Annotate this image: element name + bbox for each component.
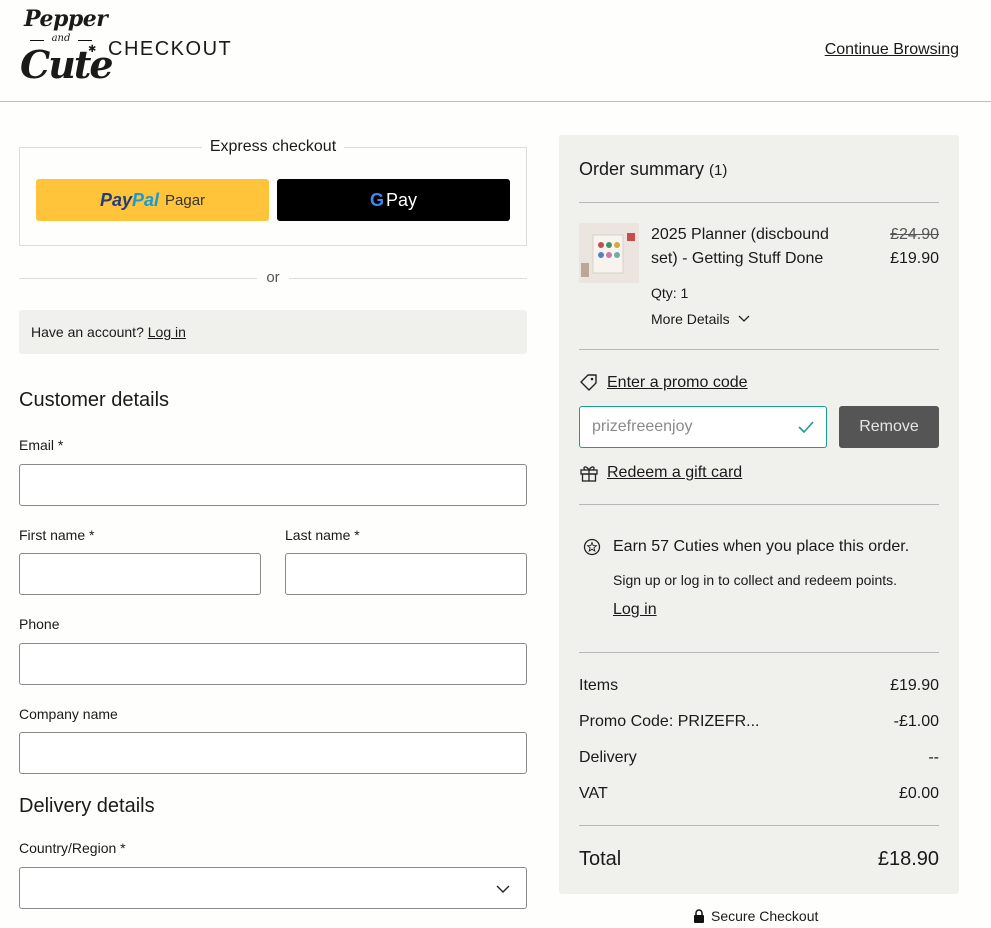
- company-name-label: Company name: [19, 706, 118, 722]
- order-summary-title: Order summary (1): [579, 159, 727, 180]
- first-name-label: First name *: [19, 527, 95, 543]
- account-prompt-text: Have an account?: [31, 324, 144, 340]
- product-thumbnail[interactable]: [579, 223, 639, 283]
- gift-icon: [580, 466, 598, 482]
- redeem-gift-card-label: Redeem a gift card: [607, 464, 743, 481]
- total-value: £18.90: [877, 848, 939, 870]
- enter-promo-code-link[interactable]: Enter a promo code: [579, 373, 748, 393]
- header: Pepper and Cute ✱ CHECKOUT Continue Brow…: [0, 0, 991, 102]
- express-checkout-box: Express checkout PayPal Pagar G Pay: [19, 138, 527, 246]
- continue-browsing-link[interactable]: Continue Browsing: [825, 41, 959, 59]
- row-value: --: [928, 749, 939, 766]
- product-name: 2025 Planner (discbound set) - Getting S…: [651, 226, 829, 267]
- phone-label: Phone: [19, 616, 60, 632]
- star-icon: ✱: [88, 44, 97, 55]
- email-label: Email *: [19, 437, 64, 453]
- order-summary-panel: Order summary (1) 2025 Planner (discboun…: [559, 135, 959, 894]
- email-field[interactable]: [19, 464, 527, 506]
- row-value: -£1.00: [893, 713, 939, 730]
- remove-promo-button[interactable]: Remove: [839, 406, 939, 448]
- total-label: Total: [579, 848, 622, 870]
- row-label: Items: [579, 677, 619, 694]
- loyalty-earn-row: Earn 57 Cuties when you place this order…: [583, 538, 909, 556]
- loyalty-login-link[interactable]: Log in: [613, 601, 657, 619]
- country-select[interactable]: [19, 867, 527, 909]
- secure-checkout-badge: Secure Checkout: [693, 908, 818, 924]
- loyalty-signup-text: Sign up or log in to collect and redeem …: [613, 572, 898, 588]
- vat-row: VAT £0.00: [579, 785, 939, 803]
- divider: [579, 504, 939, 505]
- phone-field[interactable]: [19, 643, 527, 685]
- delivery-row: Delivery --: [579, 749, 939, 767]
- google-pay-label: Pay: [385, 189, 418, 210]
- loyalty-earn-text: Earn 57 Cuties when you place this order…: [613, 538, 910, 555]
- more-details-toggle[interactable]: More Details: [651, 311, 750, 327]
- country-label: Country/Region *: [19, 840, 126, 856]
- divider: [579, 202, 939, 203]
- items-subtotal-row: Items £19.90: [579, 677, 939, 695]
- enter-promo-code-label: Enter a promo code: [607, 374, 748, 391]
- divider: [579, 825, 939, 826]
- row-label: VAT: [579, 785, 608, 802]
- express-checkout-title: Express checkout: [201, 138, 345, 155]
- divider: [579, 349, 939, 350]
- paypal-logo-pay: Pay: [99, 189, 132, 210]
- divider: [579, 652, 939, 653]
- logo-text-top: Pepper: [24, 6, 108, 32]
- row-label: Delivery: [579, 749, 637, 766]
- last-name-field[interactable]: [285, 553, 527, 595]
- redeem-gift-card-link[interactable]: Redeem a gift card: [579, 463, 742, 483]
- chevron-down-icon: [738, 315, 750, 322]
- delivery-details-title: Delivery details: [19, 795, 155, 817]
- more-details-label: More Details: [651, 311, 730, 327]
- promo-code-input[interactable]: prizefreeenjoy: [579, 406, 827, 448]
- google-pay-button[interactable]: G Pay: [277, 179, 510, 221]
- customer-details-title: Customer details: [19, 389, 170, 411]
- row-value: £0.00: [898, 785, 939, 802]
- google-g-icon: G: [369, 189, 384, 210]
- page-title: CHECKOUT: [108, 38, 233, 60]
- promo-discount-row: Promo Code: PRIZEFR... -£1.00: [579, 713, 939, 731]
- row-value: £19.90: [890, 677, 939, 694]
- sale-price: £19.90: [890, 250, 939, 267]
- promo-code-value: prizefreeenjoy: [592, 418, 693, 435]
- order-item-count: (1): [709, 162, 728, 179]
- tag-icon: [580, 374, 597, 391]
- chevron-down-icon: [496, 885, 510, 893]
- total-row: Total £18.90: [579, 848, 939, 871]
- row-label: Promo Code: PRIZEFR...: [579, 713, 760, 730]
- login-link[interactable]: Log in: [148, 324, 186, 340]
- product-quantity: Qty: 1: [651, 285, 689, 301]
- account-prompt: Have an account? Log in: [19, 310, 527, 354]
- order-summary-heading: Order summary: [579, 159, 705, 179]
- or-divider: or: [19, 268, 527, 288]
- logo-text-bottom: Cute: [20, 42, 114, 87]
- original-price: £24.90: [890, 226, 939, 243]
- paypal-button-label: Pagar: [165, 191, 206, 209]
- check-icon: [798, 421, 814, 434]
- company-name-field[interactable]: [19, 732, 527, 774]
- store-logo[interactable]: Pepper and Cute ✱: [20, 6, 114, 92]
- lock-icon: [694, 909, 704, 923]
- secure-checkout-label: Secure Checkout: [711, 908, 819, 924]
- last-name-label: Last name *: [285, 527, 360, 543]
- cuties-badge-icon: [583, 538, 601, 556]
- first-name-field[interactable]: [19, 553, 261, 595]
- paypal-logo: PayPal: [100, 190, 159, 211]
- paypal-button[interactable]: PayPal Pagar: [36, 179, 269, 221]
- paypal-logo-pal: Pal: [131, 189, 160, 210]
